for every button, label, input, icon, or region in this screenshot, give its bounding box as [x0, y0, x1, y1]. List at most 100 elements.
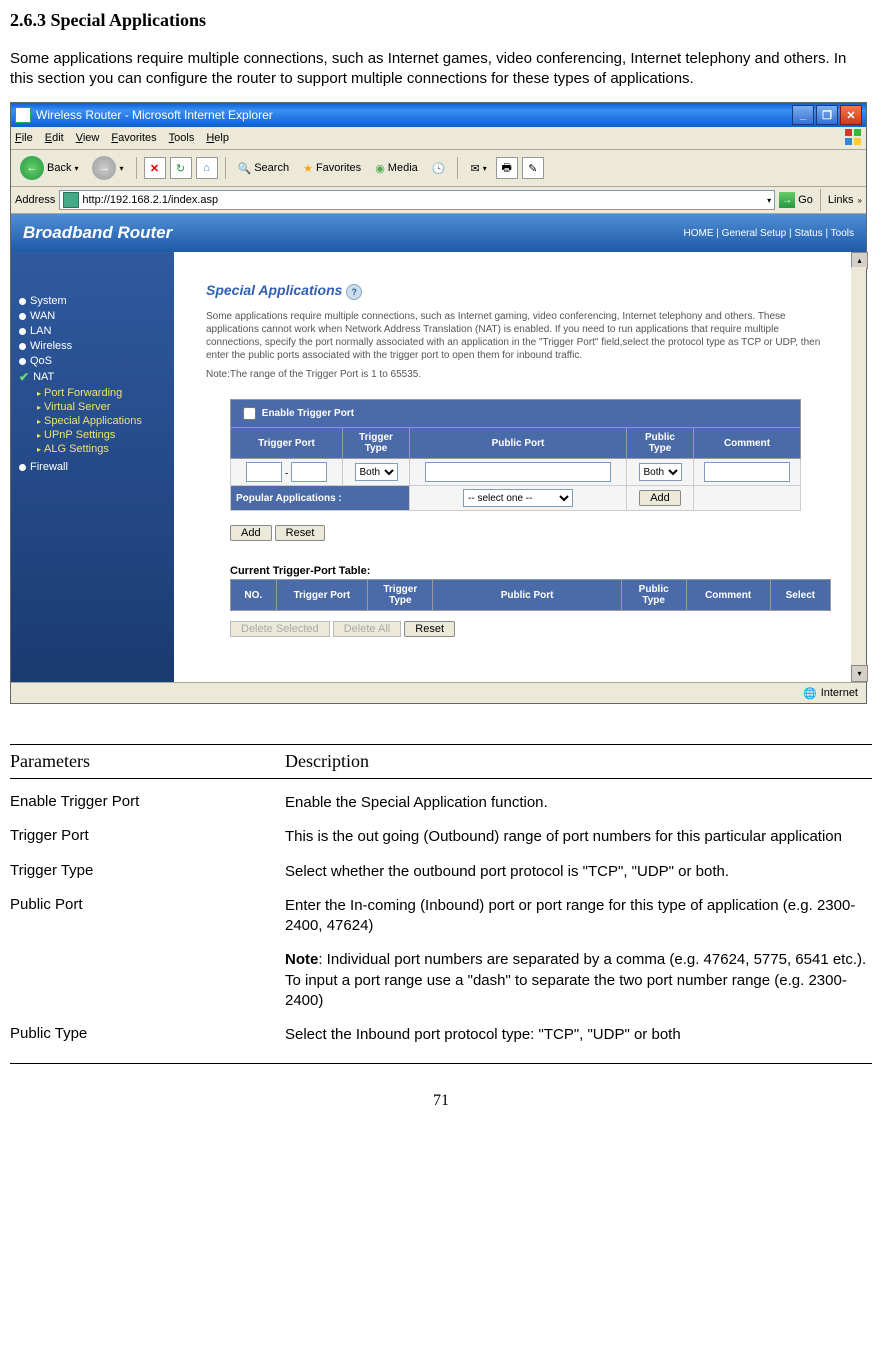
- refresh-icon: ↻: [176, 162, 185, 175]
- reset-button[interactable]: Reset: [275, 525, 326, 541]
- header-parameters: Parameters: [10, 751, 285, 772]
- public-type-select[interactable]: Both: [639, 463, 682, 481]
- window-titlebar: Wireless Router - Microsoft Internet Exp…: [11, 103, 866, 127]
- info-icon[interactable]: ?: [346, 284, 362, 300]
- pane-description: Some applications require multiple conne…: [206, 310, 831, 362]
- content-area: System WAN LAN Wireless QoS ✔NAT ▸Port F…: [11, 252, 866, 682]
- stop-icon: ✕: [150, 162, 159, 175]
- sidebar-subitem-specialapplications[interactable]: ▸Special Applications: [37, 415, 174, 427]
- th-public-type: Public Type: [627, 428, 694, 459]
- sidebar-subitem-portforwarding[interactable]: ▸Port Forwarding: [37, 387, 174, 399]
- menu-help[interactable]: Help: [206, 132, 229, 144]
- banner-nav[interactable]: HOME | General Setup | Status | Tools: [684, 228, 854, 239]
- search-button[interactable]: 🔍 Search: [233, 160, 295, 177]
- links-label[interactable]: Links: [828, 194, 854, 206]
- param-name: Enable Trigger Port: [10, 793, 285, 813]
- delete-selected-button[interactable]: Delete Selected: [230, 621, 330, 637]
- print-button[interactable]: 🖶: [496, 157, 518, 179]
- scrollbar[interactable]: ▴ ▾: [851, 252, 866, 682]
- menubar: File Edit View Favorites Tools Help: [11, 127, 866, 150]
- print-icon: 🖶: [502, 159, 512, 178]
- edit-button[interactable]: ✎: [522, 157, 544, 179]
- menu-edit[interactable]: Edit: [45, 132, 64, 144]
- public-port-input[interactable]: [425, 462, 611, 482]
- home-button[interactable]: ⌂: [196, 157, 218, 179]
- media-button[interactable]: ◉ Media: [370, 160, 423, 177]
- menu-favorites[interactable]: Favorites: [111, 132, 156, 144]
- param-row: Public Port Enter the In-coming (Inbound…: [10, 896, 872, 937]
- sidebar-item-system[interactable]: System: [19, 295, 174, 307]
- internet-icon: 🌐: [803, 687, 817, 700]
- popular-apps-select[interactable]: -- select one --: [463, 489, 573, 507]
- th-public-port: Public Port: [410, 428, 627, 459]
- star-icon: ★: [303, 162, 313, 175]
- add-button[interactable]: Add: [230, 525, 272, 541]
- param-desc: Select the Inbound port protocol type: "…: [285, 1025, 872, 1045]
- delete-all-button[interactable]: Delete All: [333, 621, 401, 637]
- current-trigger-table: NO. Trigger Port Trigger Type Public Por…: [230, 579, 831, 611]
- maximize-button[interactable]: ❐: [816, 105, 838, 125]
- param-row: Public Type Select the Inbound port prot…: [10, 1025, 872, 1045]
- sidebar-item-qos[interactable]: QoS: [19, 355, 174, 367]
- sidebar-item-lan[interactable]: LAN: [19, 325, 174, 337]
- home-icon: ⌂: [203, 162, 210, 174]
- th-public-type: Public Type: [621, 580, 686, 611]
- trigger-config-table: Enable Trigger Port Trigger Port Trigger…: [230, 399, 801, 511]
- zone-label: Internet: [821, 687, 858, 699]
- menu-tools[interactable]: Tools: [169, 132, 195, 144]
- close-button[interactable]: ✕: [840, 105, 862, 125]
- sidebar-sublabel: Special Applications: [44, 415, 142, 427]
- comment-input[interactable]: [704, 462, 790, 482]
- sidebar-item-wan[interactable]: WAN: [19, 310, 174, 322]
- address-input[interactable]: http://192.168.2.1/index.asp ▾: [59, 190, 775, 210]
- back-icon: ←: [20, 156, 44, 180]
- back-button[interactable]: ← Back ▾: [15, 154, 83, 182]
- main-pane: ▴ ▾ Special Applications ? Some applicat…: [174, 252, 866, 682]
- th-trigger-port: Trigger Port: [231, 428, 343, 459]
- param-name: Trigger Port: [10, 827, 285, 847]
- param-desc: Enter the In-coming (Inbound) port or po…: [285, 896, 872, 937]
- menu-view[interactable]: View: [76, 132, 100, 144]
- go-icon: →: [779, 192, 795, 208]
- section-heading: 2.6.3 Special Applications: [10, 10, 872, 31]
- stop-button[interactable]: ✕: [144, 157, 166, 179]
- enable-trigger-checkbox[interactable]: [243, 407, 256, 420]
- status-bar: 🌐 Internet: [11, 682, 866, 703]
- sidebar-subitem-upnp[interactable]: ▸UPnP Settings: [37, 429, 174, 441]
- divider: [10, 1063, 872, 1064]
- menu-file[interactable]: File: [15, 132, 33, 144]
- th-no: NO.: [231, 580, 277, 611]
- edit-icon: ✎: [528, 162, 537, 175]
- sidebar-item-wireless[interactable]: Wireless: [19, 340, 174, 352]
- popular-add-button[interactable]: Add: [639, 490, 681, 506]
- trigger-type-select[interactable]: Both: [355, 463, 398, 481]
- separator: [225, 157, 226, 179]
- scroll-down-icon[interactable]: ▾: [851, 665, 868, 682]
- sidebar-label: NAT: [33, 371, 54, 383]
- reset-table-button[interactable]: Reset: [404, 621, 455, 637]
- sidebar-item-nat[interactable]: ✔NAT: [19, 370, 174, 384]
- enable-trigger-label: Enable Trigger Port: [262, 408, 354, 419]
- forward-button[interactable]: → ▾: [87, 154, 128, 182]
- parameters-header: Parameters Description: [10, 744, 872, 779]
- history-button[interactable]: 🕓: [427, 160, 451, 177]
- trigger-port-from-input[interactable]: [246, 462, 282, 482]
- param-desc: Select whether the outbound port protoco…: [285, 862, 872, 882]
- current-table-title: Current Trigger-Port Table:: [230, 565, 831, 577]
- chevron-down-icon[interactable]: ▾: [767, 196, 771, 205]
- sidebar-label: System: [30, 295, 67, 307]
- sidebar-item-firewall[interactable]: Firewall: [19, 461, 174, 473]
- address-bar: Address http://192.168.2.1/index.asp ▾ →…: [11, 187, 866, 214]
- sidebar-subitem-alg[interactable]: ▸ALG Settings: [37, 443, 174, 455]
- refresh-button[interactable]: ↻: [170, 157, 192, 179]
- th-trigger-type: Trigger Type: [368, 580, 433, 611]
- th-select: Select: [770, 580, 830, 611]
- favorites-button[interactable]: ★ Favorites: [298, 160, 366, 177]
- brand-title: Broadband Router: [23, 223, 172, 243]
- mail-button[interactable]: ✉▾: [465, 160, 491, 177]
- go-button[interactable]: → Go: [779, 192, 813, 208]
- trigger-port-to-input[interactable]: [291, 462, 327, 482]
- favorites-label: Favorites: [316, 162, 361, 174]
- minimize-button[interactable]: _: [792, 105, 814, 125]
- sidebar-subitem-virtualserver[interactable]: ▸Virtual Server: [37, 401, 174, 413]
